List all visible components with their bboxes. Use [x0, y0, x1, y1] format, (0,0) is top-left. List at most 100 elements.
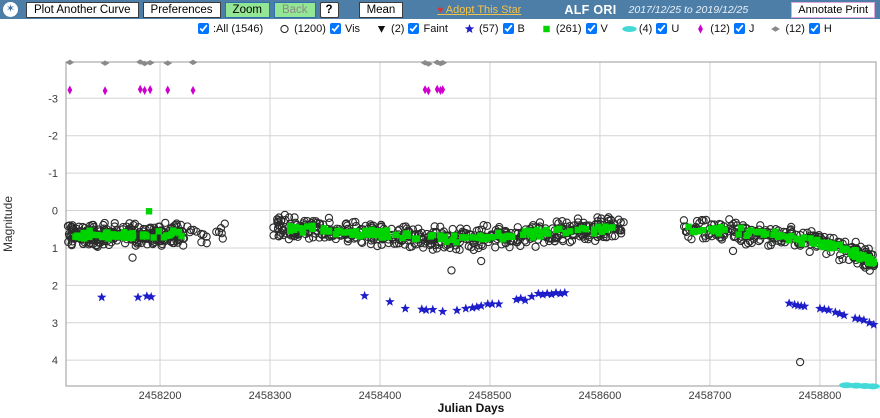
square-marker-icon — [738, 225, 744, 231]
star-marker-icon — [438, 307, 448, 316]
legend-checkbox--all-1546-[interactable] — [198, 23, 209, 34]
star-marker-icon — [97, 292, 107, 301]
square-marker-icon — [337, 228, 343, 234]
legend-count: (4) — [639, 23, 652, 35]
star-legend-icon — [462, 22, 477, 36]
diamond-flat-legend-icon — [768, 22, 783, 36]
square-marker-icon — [89, 232, 95, 238]
back-button[interactable]: Back — [274, 2, 316, 18]
adopt-this-star-link[interactable]: ♥ Adopt This Star — [437, 4, 521, 16]
legend-item-vis: (1200)Vis — [277, 22, 360, 36]
square-marker-icon — [567, 228, 573, 234]
square-marker-icon — [579, 225, 585, 231]
triangle-down-legend-icon — [374, 22, 389, 36]
square-marker-icon — [807, 235, 813, 241]
square-marker-icon — [384, 227, 390, 233]
ellipse-legend-icon — [622, 22, 637, 36]
series-u — [839, 382, 880, 389]
star-marker-icon — [401, 304, 411, 313]
square-marker-icon — [867, 258, 873, 264]
legend-checkbox-b[interactable] — [503, 23, 514, 34]
square-marker-icon — [77, 233, 83, 239]
diamond-tall-marker-icon — [148, 85, 153, 94]
square-marker-icon — [770, 232, 776, 238]
square-marker-icon — [529, 228, 535, 234]
square-marker-icon — [543, 25, 549, 31]
x-tick-label: 2458300 — [249, 390, 292, 402]
legend-item-v: (261)V — [539, 22, 608, 36]
plot-area[interactable] — [66, 62, 876, 386]
y-tick-label: -3 — [48, 93, 58, 105]
y-tick-label: 3 — [52, 318, 58, 330]
legend-item-h: (12)H — [768, 22, 832, 36]
x-tick-label: 2458400 — [359, 390, 402, 402]
circle-open-legend-icon — [277, 22, 292, 36]
square-marker-icon — [350, 232, 356, 238]
legend-checkbox-u[interactable] — [656, 23, 667, 34]
legend-label: Vis — [345, 23, 360, 35]
square-marker-icon — [393, 232, 399, 238]
square-marker-icon — [127, 231, 133, 237]
square-marker-icon — [500, 236, 506, 242]
legend-item-u: (4)U — [622, 22, 679, 36]
legend-checkbox-h[interactable] — [809, 23, 820, 34]
star-marker-icon — [133, 292, 143, 301]
circle-open-marker-icon — [448, 267, 455, 274]
square-marker-icon — [362, 228, 368, 234]
diamond-flat-marker-icon — [101, 60, 110, 66]
square-marker-icon — [163, 232, 169, 238]
ellipse-marker-icon — [866, 383, 880, 389]
square-marker-icon — [470, 234, 476, 240]
preferences-button[interactable]: Preferences — [143, 2, 221, 18]
star-marker-icon — [452, 305, 462, 314]
diamond-flat-marker-icon — [189, 60, 198, 66]
legend-label: Faint — [423, 23, 447, 35]
toolbar: ✶ Plot Another Curve Preferences Zoom Ba… — [0, 0, 880, 19]
series-j — [67, 85, 445, 96]
aavso-logo-icon: ✶ — [3, 2, 18, 17]
diamond-flat-marker-icon — [163, 60, 172, 66]
square-marker-icon — [324, 227, 330, 233]
star-marker-icon — [421, 305, 431, 314]
star-marker-icon — [146, 292, 156, 301]
square-marker-icon — [861, 255, 867, 261]
x-tick-label: 2458700 — [689, 390, 732, 402]
square-marker-icon — [355, 232, 361, 238]
heart-icon: ♥ — [437, 5, 443, 16]
mean-button[interactable]: Mean — [359, 2, 404, 18]
square-marker-icon — [556, 226, 562, 232]
plot-another-curve-button[interactable]: Plot Another Curve — [26, 2, 139, 18]
square-marker-icon — [784, 234, 790, 240]
square-marker-icon — [591, 226, 597, 232]
square-marker-icon — [484, 236, 490, 242]
legend-label: :All (1546) — [213, 23, 263, 35]
square-marker-icon — [449, 237, 455, 243]
legend-checkbox-j[interactable] — [734, 23, 745, 34]
help-button[interactable]: ? — [320, 2, 339, 18]
circle-open-marker-icon — [726, 216, 733, 223]
square-marker-icon — [173, 229, 179, 235]
legend-label: B — [518, 23, 525, 35]
square-marker-icon — [746, 230, 752, 236]
square-marker-icon — [292, 224, 298, 230]
legend-checkbox-v[interactable] — [586, 23, 597, 34]
diamond-tall-marker-icon — [426, 86, 431, 95]
square-marker-icon — [756, 229, 762, 235]
square-marker-icon — [539, 230, 545, 236]
legend-checkbox-vis[interactable] — [330, 23, 341, 34]
x-axis-label: Julian Days — [438, 401, 505, 415]
square-marker-icon — [150, 234, 156, 240]
square-marker-icon — [797, 237, 803, 243]
square-marker-icon — [832, 242, 838, 248]
y-tick-label: 4 — [52, 355, 58, 367]
y-tick-label: -2 — [48, 131, 58, 143]
legend-count: (261) — [556, 23, 582, 35]
circle-open-marker-icon — [221, 220, 228, 227]
star-marker-icon — [824, 305, 834, 314]
diamond-flat-marker-icon — [771, 26, 780, 32]
zoom-button[interactable]: Zoom — [225, 2, 270, 18]
circle-open-marker-icon — [532, 243, 539, 250]
annotate-print-button[interactable]: Annotate Print — [791, 2, 875, 18]
legend-checkbox-faint[interactable] — [408, 23, 419, 34]
diamond-tall-marker-icon — [165, 85, 170, 94]
